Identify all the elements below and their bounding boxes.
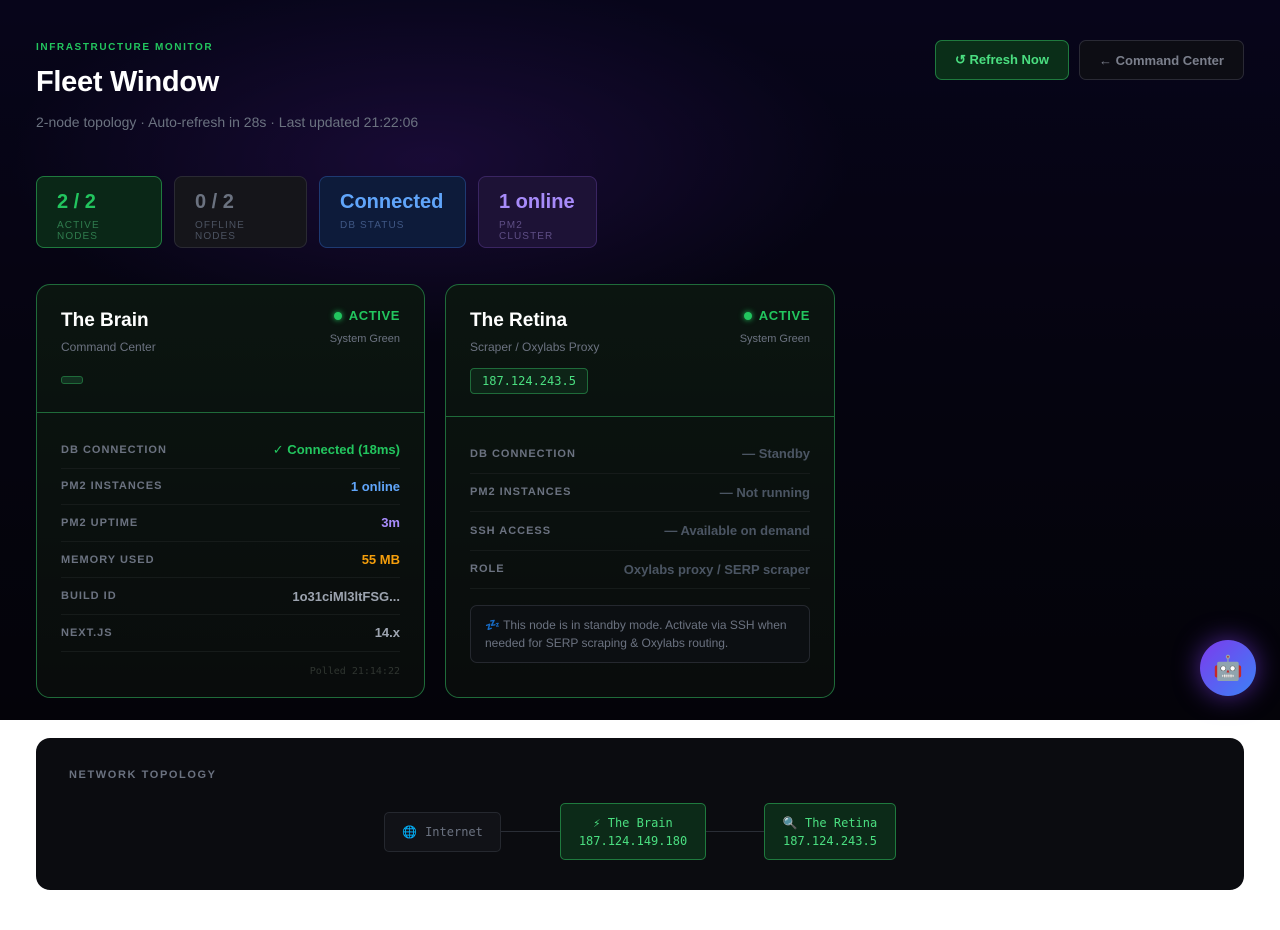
detail-key: PM2 INSTANCES: [470, 486, 572, 499]
detail-key: DB CONNECTION: [61, 443, 167, 456]
page-subtitle: 2-node topology · Auto-refresh in 28s · …: [36, 114, 419, 130]
stat-value: 2 / 2: [57, 191, 96, 213]
refresh-now-button[interactable]: ↺ Refresh Now: [935, 40, 1069, 80]
node-card-header: The Retina Scraper / Oxylabs Proxy ACTIV…: [446, 285, 834, 417]
globe-icon: 🌐: [402, 825, 418, 839]
node-card-brain: The Brain Command Center ACTIVE System G…: [36, 284, 425, 698]
robot-icon: 🤖: [1213, 654, 1243, 682]
node-role: Scraper / Oxylabs Proxy: [470, 340, 600, 354]
node-status-label: ACTIVE: [348, 308, 400, 323]
ip-chip-empty: [61, 376, 83, 384]
ip-address-chip: 187.124.243.5: [470, 368, 588, 394]
node-status-sub: System Green: [739, 333, 810, 345]
detail-row-role: ROLE Oxylabs proxy / SERP scraper: [470, 551, 810, 589]
node-status-label: ACTIVE: [758, 308, 810, 323]
topology-node-retina: 🔍 The Retina 187.124.243.5: [764, 803, 896, 860]
stat-db-status: Connected DB STATUS: [319, 176, 466, 248]
detail-value: — Standby: [742, 446, 810, 462]
stat-offline-nodes: 0 / 2 OFFLINE NODES: [174, 176, 307, 248]
detail-key: MEMORY USED: [61, 553, 155, 566]
detail-row-db: DB CONNECTION ✓ Connected (18ms): [61, 432, 400, 469]
stat-active-nodes: 2 / 2 ACTIVE NODES: [36, 176, 162, 248]
node-details: DB CONNECTION — Standby PM2 INSTANCES — …: [470, 435, 810, 589]
sleep-icon: 💤: [485, 618, 500, 632]
stat-label: OFFLINE NODES: [195, 220, 245, 242]
stat-label: DB STATUS: [340, 220, 405, 231]
detail-key: BUILD ID: [61, 590, 117, 603]
node-status-badge: ACTIVE: [743, 308, 810, 323]
stat-value: Connected: [340, 191, 444, 213]
topology-node-label: The Retina: [804, 816, 878, 830]
node-role: Command Center: [61, 340, 156, 354]
node-name: The Brain: [61, 310, 149, 331]
topology-node-label: Internet: [425, 825, 483, 839]
node-status-badge: ACTIVE: [333, 308, 400, 323]
stat-pm2-cluster: 1 online PM2 CLUSTER: [478, 176, 597, 248]
detail-value: ✓ Connected (18ms): [272, 441, 400, 457]
topology-link: [501, 831, 560, 832]
topology-title: NETWORK TOPOLOGY: [69, 769, 217, 781]
network-topology-panel: NETWORK TOPOLOGY 🌐 Internet ⚡ The Brain …: [36, 738, 1244, 890]
node-name: The Retina: [470, 310, 568, 331]
detail-row-memory: MEMORY USED 55 MB: [61, 542, 400, 579]
detail-row-pm2: PM2 INSTANCES — Not running: [470, 474, 810, 512]
page-title: Fleet Window: [36, 66, 220, 98]
node-card-header: The Brain Command Center ACTIVE System G…: [37, 285, 424, 413]
detail-key: NEXT.JS: [61, 626, 113, 639]
stat-label: ACTIVE NODES: [57, 220, 100, 242]
topology-node-ip: 187.124.149.180: [578, 834, 688, 848]
stat-label: PM2 CLUSTER: [499, 220, 554, 242]
detail-key: PM2 UPTIME: [61, 516, 139, 529]
standby-note: 💤 This node is in standby mode. Activate…: [470, 605, 810, 663]
assistant-bot-button[interactable]: 🤖: [1200, 640, 1256, 696]
detail-value: — Available on demand: [664, 523, 810, 539]
detail-value: 14.x: [374, 625, 400, 641]
topology-link: [706, 831, 764, 832]
detail-value: 55 MB: [361, 552, 400, 568]
detail-key: PM2 INSTANCES: [61, 480, 163, 493]
status-dot-icon: [743, 311, 752, 320]
standby-note-text: This node is in standby mode. Activate v…: [485, 618, 787, 650]
node-card-retina: The Retina Scraper / Oxylabs Proxy ACTIV…: [445, 284, 835, 698]
detail-row-pm2: PM2 INSTANCES 1 online: [61, 469, 400, 506]
magnifier-icon: 🔍: [782, 816, 798, 830]
command-center-button[interactable]: ← Command Center: [1079, 40, 1244, 80]
detail-key: ROLE: [470, 563, 505, 576]
detail-row-db: DB CONNECTION — Standby: [470, 435, 810, 474]
stat-value: 0 / 2: [195, 191, 234, 213]
topology-node-brain: ⚡ The Brain 187.124.149.180: [560, 803, 706, 860]
detail-value: 1 online: [350, 478, 400, 494]
topology-node-ip: 187.124.243.5: [783, 834, 877, 848]
page-eyebrow: INFRASTRUCTURE MONITOR: [36, 42, 214, 53]
detail-row-nextjs: NEXT.JS 14.x: [61, 615, 400, 652]
detail-key: SSH ACCESS: [470, 524, 552, 537]
detail-key: DB CONNECTION: [470, 447, 576, 460]
detail-row-build: BUILD ID 1o31ciMl3ltFSG...: [61, 578, 400, 615]
node-details: DB CONNECTION ✓ Connected (18ms) PM2 INS…: [61, 432, 400, 652]
detail-value: Oxylabs proxy / SERP scraper: [623, 561, 810, 577]
detail-row-ssh: SSH ACCESS — Available on demand: [470, 512, 810, 551]
lightning-icon: ⚡: [593, 816, 601, 830]
detail-value: — Not running: [719, 484, 810, 500]
detail-value: 1o31ciMl3ltFSG...: [292, 588, 400, 604]
node-status-sub: System Green: [329, 333, 400, 345]
detail-value: 3m: [381, 515, 400, 531]
polled-timestamp: Polled 21:14:22: [309, 666, 400, 677]
topology-node-internet: 🌐 Internet: [384, 812, 501, 852]
topology-node-label: The Brain: [607, 816, 673, 830]
detail-row-uptime: PM2 UPTIME 3m: [61, 505, 400, 542]
status-dot-icon: [333, 311, 342, 320]
stat-value: 1 online: [499, 191, 575, 213]
